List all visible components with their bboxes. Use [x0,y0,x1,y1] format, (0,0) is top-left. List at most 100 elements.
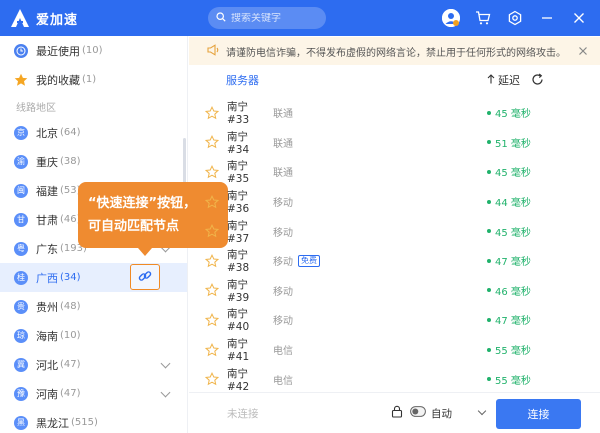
sidebar-item-henan[interactable]: 豫 河南 (47) [0,379,187,408]
server-latency: 44 毫秒 [487,194,531,209]
favorite-star-icon[interactable] [204,283,220,297]
latency-value: 45 毫秒 [495,168,531,180]
server-isp: 电信 [273,346,293,358]
server-list: 南宁 #33 联通 45 毫秒 南宁 #34 联通 51 毫秒 南宁 #35 联… [189,98,600,394]
server-row[interactable]: 南宁 #36 移动 44 毫秒 [189,187,600,217]
region-badge-icon: 桂 [14,270,28,285]
favorite-star-icon[interactable] [204,105,220,120]
server-isp: 移动 [273,286,293,298]
latency-dot-icon [487,288,491,293]
callout-tail [138,248,152,256]
latency-dot-icon [487,317,491,322]
server-latency: 46 毫秒 [487,283,531,298]
user-avatar-icon[interactable] [442,9,460,27]
chevron-down-icon[interactable] [160,358,171,369]
favorite-star-icon[interactable] [204,342,220,357]
server-name: 南宁 #40 [227,308,250,334]
sidebar-item-heilongjiang[interactable]: 黑 黑龙江 (515) [0,408,187,433]
connection-status: 未连接 [227,407,259,420]
server-isp: 移动 [273,316,293,328]
server-isp: 联通 [273,138,293,150]
latency-dot-icon [487,110,491,115]
settings-icon[interactable] [506,9,524,27]
region-badge-icon: 渝 [14,154,28,169]
link-icon [137,268,153,287]
latency-dot-icon [487,229,491,234]
server-row[interactable]: 南宁 #37 移动 45 毫秒 [189,216,600,246]
latency-value: 55 毫秒 [495,346,531,358]
sort-arrow-icon [487,73,495,87]
chevron-down-icon[interactable] [160,387,171,398]
mode-selector[interactable]: 自动 [391,405,452,421]
search-box[interactable] [208,7,326,29]
minimize-icon[interactable] [538,9,556,27]
sidebar-item-count: (47) [60,359,81,370]
notice-text: 请谨防电信诈骗，不得发布虚假的网络言论，禁止用于任何形式的网络攻击。 [226,47,566,59]
latency-value: 44 毫秒 [495,198,531,210]
server-latency: 47 毫秒 [487,312,531,327]
server-name: 南宁 #35 [227,160,250,186]
favorite-star-icon[interactable] [204,194,220,209]
sidebar-item-label: 重庆 [36,155,58,169]
sidebar-item-count: (47) [60,388,81,399]
sidebar-item-count: (34) [60,272,81,283]
server-name: 南宁 #42 [227,367,250,393]
cart-icon[interactable] [474,9,492,27]
sidebar-item-label: 广东 [36,242,58,256]
server-name: 南宁 #34 [227,130,250,156]
sidebar-item-beijing[interactable]: 京 北京 (64) [0,118,187,147]
column-header-latency[interactable]: 延迟 [487,72,520,88]
server-row[interactable]: 南宁 #34 联通 51 毫秒 [189,128,600,158]
server-row[interactable]: 南宁 #38 移动 免费 47 毫秒 [189,246,600,276]
close-icon[interactable] [570,9,588,27]
favorite-star-icon[interactable] [204,224,220,238]
sidebar-item-hainan[interactable]: 琼 海南 (10) [0,321,187,350]
free-tag: 免费 [298,254,320,267]
server-row[interactable]: 南宁 #41 电信 55 毫秒 [189,335,600,365]
server-latency: 45 毫秒 [487,224,531,239]
server-row[interactable]: 南宁 #40 移动 47 毫秒 [189,305,600,335]
chevron-down-icon[interactable] [477,406,487,416]
sidebar-item-count: (64) [60,127,81,138]
sidebar-item-guizhou[interactable]: 贵 贵州 (48) [0,292,187,321]
region-badge-icon: 贵 [14,299,28,314]
latency-value: 47 毫秒 [495,316,531,328]
server-row[interactable]: 南宁 #42 电信 55 毫秒 [189,364,600,394]
sidebar-item-label: 河南 [36,387,58,401]
star-icon [14,73,28,87]
favorite-star-icon[interactable] [204,372,220,386]
title-bar: 爱加速 [0,0,600,36]
favorite-star-icon[interactable] [204,253,220,268]
latency-header-label: 延迟 [498,74,520,87]
sidebar-item-chongqing[interactable]: 渝 重庆 (38) [0,147,187,176]
server-latency: 47 毫秒 [487,253,531,268]
connect-button[interactable]: 连接 [496,399,581,429]
server-row[interactable]: 南宁 #33 联通 45 毫秒 [189,98,600,128]
quick-connect-button[interactable] [130,264,160,290]
latency-dot-icon [487,169,491,174]
megaphone-icon [207,43,220,59]
search-input[interactable] [231,12,319,24]
region-badge-icon: 冀 [14,357,28,372]
favorite-star-icon[interactable] [204,165,220,179]
server-latency: 45 毫秒 [487,164,531,179]
sidebar-item-hebei[interactable]: 冀 河北 (47) [0,350,187,379]
notice-close-icon[interactable] [578,46,588,56]
sidebar-item-recent[interactable]: 最近使用 (10) [0,36,187,65]
refresh-icon[interactable] [531,73,544,89]
favorite-star-icon[interactable] [204,312,220,327]
column-header-server[interactable]: 服务器 [226,72,259,88]
lock-icon [391,405,403,421]
sidebar-item-favorites[interactable]: 我的收藏 (1) [0,65,187,94]
region-badge-icon: 闽 [14,183,28,198]
server-isp: 电信 [273,375,293,387]
latency-dot-icon [487,258,491,263]
server-row[interactable]: 南宁 #35 联通 45 毫秒 [189,157,600,187]
favorite-star-icon[interactable] [204,135,220,149]
latency-value: 46 毫秒 [495,286,531,298]
server-row[interactable]: 南宁 #39 移动 46 毫秒 [189,276,600,306]
title-actions [442,7,588,29]
server-isp: 移动 [273,257,293,269]
server-latency: 45 毫秒 [487,105,531,120]
sidebar-item-label: 甘肃 [36,213,58,227]
